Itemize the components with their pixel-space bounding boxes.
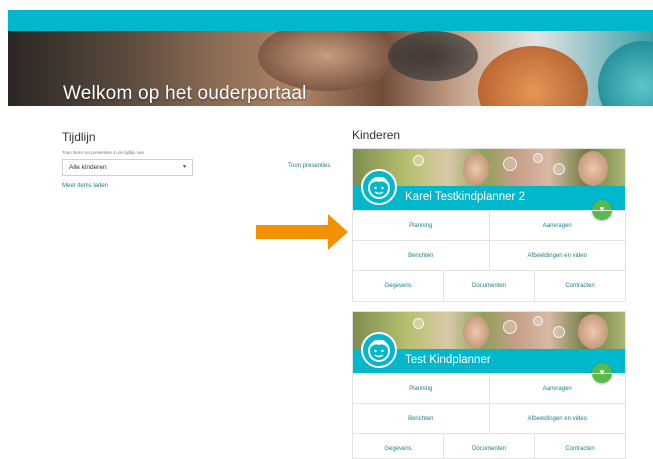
planning-link[interactable]: Planning (353, 211, 489, 240)
messages-link[interactable]: Berichten (353, 404, 489, 433)
dropdown-caret-icon: ▼ (182, 164, 187, 170)
hero-image-detail (478, 46, 588, 106)
hero-image-detail (258, 31, 398, 91)
arrow-icon (256, 214, 348, 250)
photo-detail (578, 151, 608, 186)
child-name[interactable]: Test Kindplanner (405, 354, 491, 366)
timeline-title: Tijdlijn (62, 130, 96, 144)
images-video-link[interactable]: Afbeeldingen en video (488, 241, 626, 270)
photo-detail (533, 153, 543, 163)
child-avatar-icon (361, 332, 397, 368)
photo-detail (463, 316, 489, 348)
photo-detail (413, 155, 424, 166)
show-presences-link[interactable]: Toon presenties (288, 163, 330, 169)
images-video-link[interactable]: Afbeeldingen en video (488, 404, 626, 433)
child-filter-select[interactable]: Alle kinderen ▼ (62, 159, 193, 176)
hero-title: Welkom op het ouderportaal (63, 83, 307, 104)
documents-link[interactable]: Documenten (443, 434, 534, 459)
photo-detail (413, 318, 424, 329)
load-more-link[interactable]: Meer items laden (62, 183, 108, 189)
requests-link[interactable]: Aanvragen (488, 211, 626, 240)
timeline-subtitle: Toon items en presenties in de tijdlijn … (62, 150, 145, 155)
hero-image-detail (388, 31, 478, 81)
documents-link[interactable]: Documenten (443, 271, 534, 301)
child-card: Karel Testkindplanner 2 ▼ Planning Aanvr… (352, 148, 626, 302)
hero-image-detail (598, 41, 653, 106)
planning-link[interactable]: Planning (353, 374, 489, 403)
child-card: Test Kindplanner ▼ Planning Aanvragen Be… (352, 311, 626, 459)
photo-detail (503, 320, 517, 334)
contracts-link[interactable]: Contracten (534, 434, 625, 459)
child-filter-value: Alle kinderen (69, 164, 107, 171)
children-title: Kinderen (352, 128, 401, 142)
requests-link[interactable]: Aanvragen (488, 374, 626, 403)
messages-link[interactable]: Berichten (353, 241, 489, 270)
contracts-link[interactable]: Contracten (534, 271, 625, 301)
details-link[interactable]: Gegevens (353, 434, 443, 459)
top-bar (8, 10, 653, 31)
photo-detail (553, 163, 565, 175)
photo-detail (503, 157, 517, 171)
photo-detail (463, 153, 489, 185)
photo-detail (533, 316, 543, 326)
hero-banner: Welkom op het ouderportaal (8, 31, 653, 106)
photo-detail (578, 314, 608, 349)
child-name[interactable]: Karel Testkindplanner 2 (405, 191, 525, 203)
details-link[interactable]: Gegevens (353, 271, 443, 301)
child-avatar-icon (361, 169, 397, 205)
photo-detail (553, 326, 565, 338)
